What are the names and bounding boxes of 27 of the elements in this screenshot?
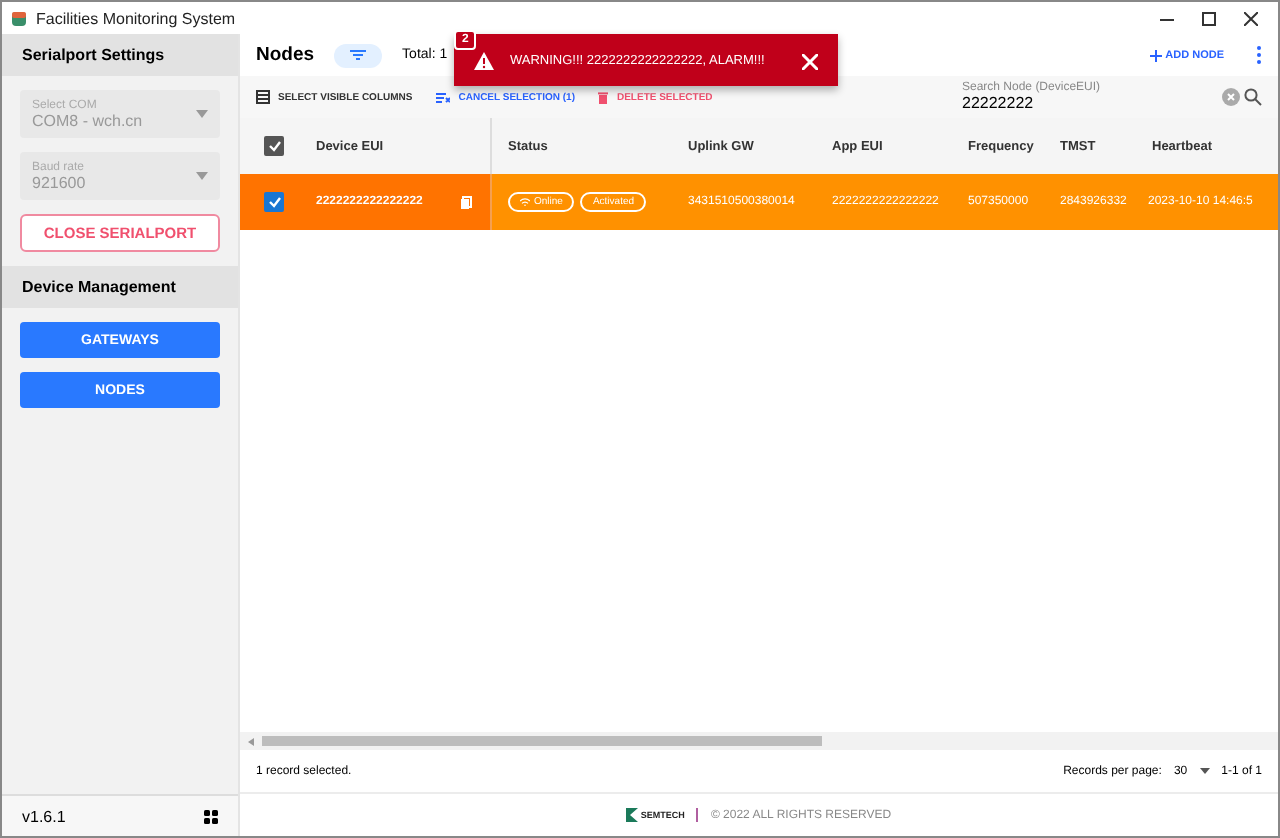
maximize-icon[interactable]: [1202, 11, 1216, 25]
copy-icon[interactable]: [460, 195, 472, 209]
caret-icon: [196, 172, 208, 180]
search-field[interactable]: 22222222: [962, 94, 1162, 112]
caret-icon: [1199, 768, 1210, 774]
section-title: Device Management: [2, 266, 238, 308]
caret-icon: [196, 110, 208, 118]
version-label: v1.6.1: [22, 807, 66, 825]
grid-icon[interactable]: [204, 809, 218, 823]
trash-icon: [598, 91, 609, 103]
horizontal-scrollbar[interactable]: [240, 732, 1278, 750]
more-icon[interactable]: [1256, 46, 1262, 64]
search-icon[interactable]: [1244, 88, 1262, 106]
page-title: Nodes: [256, 44, 315, 66]
checkbox[interactable]: [264, 136, 284, 156]
left-arrow-icon[interactable]: [248, 737, 254, 745]
columns-icon: [256, 90, 270, 104]
section-title: Serialport Settings: [2, 34, 238, 76]
warning-icon: [474, 51, 494, 69]
window-title: Facilities Monitoring System: [36, 9, 236, 27]
checkbox[interactable]: [264, 192, 284, 212]
plus-icon: [1149, 49, 1162, 61]
app-logo-icon: [10, 9, 28, 27]
filter-button[interactable]: [334, 43, 383, 67]
clear-list-icon: [436, 91, 451, 103]
close-icon[interactable]: [1244, 11, 1258, 25]
filter-icon: [350, 50, 367, 60]
